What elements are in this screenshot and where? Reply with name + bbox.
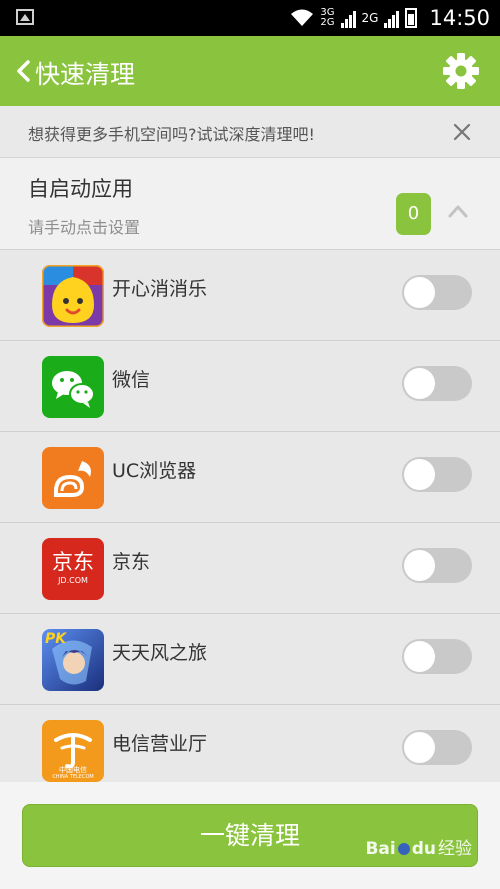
network-type-2: 2G: [361, 11, 379, 25]
list-item: UC浏览器: [0, 432, 500, 523]
app-name: 微信: [112, 369, 151, 391]
gallery-notification-icon: [16, 9, 34, 25]
list-item: 京东 JD.COM 京东: [0, 523, 500, 614]
banner-text: 想获得更多手机空间吗?试试深度清理吧!: [28, 125, 315, 144]
china-telecom-icon: 中国电信 CHINA TELECOM: [42, 720, 104, 782]
section-title: 自启动应用: [28, 177, 133, 201]
jd-icon-subtext: JD.COM: [58, 576, 88, 585]
telecom-icon-text: 中国电信: [59, 766, 87, 774]
toggle-knob: [404, 368, 435, 399]
chevron-up-icon[interactable]: [448, 204, 468, 218]
autostart-toggle[interactable]: [402, 366, 472, 401]
autostart-toggle[interactable]: [402, 730, 472, 765]
clock: 14:50: [429, 6, 490, 30]
jd-icon-text: 京东: [52, 550, 94, 574]
signal-2-icon: [384, 8, 400, 28]
baidu-watermark: Bai du 经验: [365, 839, 472, 859]
list-item: 中国电信 CHINA TELECOM 电信营业厅: [0, 705, 500, 782]
autostart-toggle[interactable]: [402, 639, 472, 674]
bottom-bar: 一键清理 Bai du 经验: [0, 782, 500, 889]
section-subtitle: 请手动点击设置: [28, 218, 141, 237]
game-icon: PK: [42, 629, 104, 691]
app-list[interactable]: 开心消消乐 微信 UC浏览器 京东 JD.COM 京东 PK 天天风之旅 中国电…: [0, 250, 500, 782]
app-bar: 快速清理: [0, 36, 500, 106]
toggle-knob: [404, 550, 435, 581]
app-name: 天天风之旅: [112, 642, 208, 664]
count-badge: 0: [396, 193, 431, 235]
list-item: 微信: [0, 341, 500, 432]
app-name: 开心消消乐: [112, 278, 208, 300]
page-title: 快速清理: [35, 60, 136, 89]
status-bar: 3G 2G 2G 14:50: [0, 0, 500, 36]
autostart-toggle[interactable]: [402, 548, 472, 583]
uc-browser-icon: [42, 447, 104, 509]
toggle-knob: [404, 641, 435, 672]
autostart-toggle[interactable]: [402, 457, 472, 492]
deep-clean-banner[interactable]: 想获得更多手机空间吗?试试深度清理吧!: [0, 106, 500, 158]
close-icon[interactable]: [452, 122, 472, 142]
telecom-icon-subtext: CHINA TELECOM: [52, 774, 94, 780]
battery-icon: [405, 8, 418, 28]
signal-1-icon: [340, 8, 356, 28]
toggle-knob: [404, 459, 435, 490]
autostart-toggle[interactable]: [402, 275, 472, 310]
game-icon-text: PK: [45, 631, 67, 647]
wifi-icon: [291, 9, 314, 26]
jd-icon: 京东 JD.COM: [42, 538, 104, 600]
happy-elimination-icon: [42, 265, 104, 327]
list-item: 开心消消乐: [0, 250, 500, 341]
app-name: 京东: [112, 551, 151, 573]
toggle-knob: [404, 732, 435, 763]
autostart-section-header[interactable]: 自启动应用 请手动点击设置 0: [0, 158, 500, 250]
network-type-1: 3G 2G: [320, 7, 335, 28]
wechat-icon: [42, 356, 104, 418]
app-name: 电信营业厅: [112, 733, 208, 755]
status-icons: 3G 2G 2G 14:50: [290, 6, 490, 30]
paw-icon: [397, 843, 410, 855]
toggle-knob: [404, 277, 435, 308]
list-item: PK 天天风之旅: [0, 614, 500, 705]
app-name: UC浏览器: [112, 460, 197, 482]
gear-icon[interactable]: [442, 52, 480, 90]
